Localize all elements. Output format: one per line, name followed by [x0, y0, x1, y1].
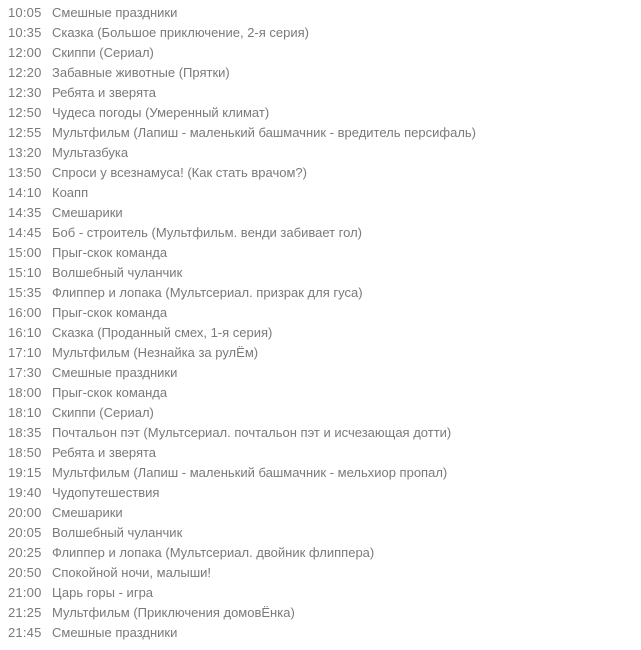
schedule-time: 14:10	[8, 183, 48, 202]
schedule-row: 20:05Волшебный чуланчик	[8, 522, 641, 542]
schedule-time: 18:00	[8, 383, 48, 402]
schedule-title: Смешные праздники	[48, 3, 641, 22]
schedule-row: 14:10Коапп	[8, 182, 641, 202]
schedule-title: Мультфильм (Приключения домовЁнка)	[48, 603, 641, 622]
schedule-time: 21:25	[8, 603, 48, 622]
schedule-time: 21:45	[8, 623, 48, 642]
schedule-row: 21:00Царь горы - игра	[8, 582, 641, 602]
schedule-row: 20:25Флиппер и лопака (Мультсериал. двой…	[8, 542, 641, 562]
schedule-time: 18:35	[8, 423, 48, 442]
schedule-row: 18:10Скиппи (Сериал)	[8, 402, 641, 422]
schedule-title: Прыг-скок команда	[48, 383, 641, 402]
schedule-title: Флиппер и лопака (Мультсериал. призрак д…	[48, 283, 641, 302]
schedule-row: 10:05Смешные праздники	[8, 2, 641, 22]
schedule-title: Смешарики	[48, 203, 641, 222]
schedule-title: Волшебный чуланчик	[48, 523, 641, 542]
schedule-time: 20:25	[8, 543, 48, 562]
schedule-row: 17:30Смешные праздники	[8, 362, 641, 382]
schedule-title: Спокойной ночи, малыши!	[48, 563, 641, 582]
schedule-time: 10:05	[8, 3, 48, 22]
schedule-row: 18:35Почтальон пэт (Мультсериал. почталь…	[8, 422, 641, 442]
schedule-row: 15:00Прыг-скок команда	[8, 242, 641, 262]
schedule-row: 15:35Флиппер и лопака (Мультсериал. приз…	[8, 282, 641, 302]
schedule-time: 20:00	[8, 503, 48, 522]
schedule-title: Флиппер и лопака (Мультсериал. двойник ф…	[48, 543, 641, 562]
schedule-row: 15:10Волшебный чуланчик	[8, 262, 641, 282]
schedule-time: 12:50	[8, 103, 48, 122]
schedule-title: Прыг-скок команда	[48, 243, 641, 262]
schedule-time: 12:55	[8, 123, 48, 142]
schedule-row: 18:00Прыг-скок команда	[8, 382, 641, 402]
schedule-title: Смешные праздники	[48, 363, 641, 382]
schedule-row: 13:20Мультазбука	[8, 142, 641, 162]
schedule-time: 14:35	[8, 203, 48, 222]
schedule-time: 20:50	[8, 563, 48, 582]
schedule-row: 16:00Прыг-скок команда	[8, 302, 641, 322]
schedule-time: 15:10	[8, 263, 48, 282]
schedule-row: 12:50Чудеса погоды (Умеренный климат)	[8, 102, 641, 122]
schedule-time: 19:15	[8, 463, 48, 482]
schedule-title: Ребята и зверята	[48, 443, 641, 462]
schedule-title: Чудопутешествия	[48, 483, 641, 502]
schedule-time: 18:10	[8, 403, 48, 422]
schedule-row: 12:30Ребята и зверята	[8, 82, 641, 102]
tv-schedule-list: 10:05Смешные праздники10:35Сказка (Больш…	[8, 2, 641, 642]
schedule-title: Ребята и зверята	[48, 83, 641, 102]
schedule-time: 15:35	[8, 283, 48, 302]
schedule-row: 13:50Спроси у всезнамуса! (Как стать вра…	[8, 162, 641, 182]
schedule-title: Спроси у всезнамуса! (Как стать врачом?)	[48, 163, 641, 182]
schedule-title: Боб - строитель (Мультфильм. венди забив…	[48, 223, 641, 242]
schedule-time: 12:30	[8, 83, 48, 102]
schedule-title: Мультфильм (Лапиш - маленький башмачник …	[48, 123, 641, 142]
schedule-time: 21:00	[8, 583, 48, 602]
schedule-title: Скиппи (Сериал)	[48, 43, 641, 62]
schedule-row: 12:00Скиппи (Сериал)	[8, 42, 641, 62]
schedule-title: Чудеса погоды (Умеренный климат)	[48, 103, 641, 122]
schedule-time: 18:50	[8, 443, 48, 462]
schedule-row: 12:55Мультфильм (Лапиш - маленький башма…	[8, 122, 641, 142]
schedule-time: 16:00	[8, 303, 48, 322]
schedule-title: Коапп	[48, 183, 641, 202]
schedule-row: 12:20Забавные животные (Прятки)	[8, 62, 641, 82]
schedule-time: 10:35	[8, 23, 48, 42]
schedule-title: Мультфильм (Лапиш - маленький башмачник …	[48, 463, 641, 482]
schedule-title: Сказка (Проданный смех, 1-я серия)	[48, 323, 641, 342]
schedule-row: 20:50Спокойной ночи, малыши!	[8, 562, 641, 582]
schedule-title: Почтальон пэт (Мультсериал. почтальон пэ…	[48, 423, 641, 442]
schedule-time: 20:05	[8, 523, 48, 542]
schedule-title: Сказка (Большое приключение, 2-я серия)	[48, 23, 641, 42]
schedule-row: 21:25Мультфильм (Приключения домовЁнка)	[8, 602, 641, 622]
schedule-time: 14:45	[8, 223, 48, 242]
schedule-title: Прыг-скок команда	[48, 303, 641, 322]
schedule-title: Забавные животные (Прятки)	[48, 63, 641, 82]
schedule-time: 17:30	[8, 363, 48, 382]
schedule-time: 17:10	[8, 343, 48, 362]
schedule-time: 13:50	[8, 163, 48, 182]
schedule-row: 14:35Смешарики	[8, 202, 641, 222]
schedule-time: 13:20	[8, 143, 48, 162]
schedule-time: 12:00	[8, 43, 48, 62]
schedule-row: 18:50Ребята и зверята	[8, 442, 641, 462]
schedule-row: 19:40Чудопутешествия	[8, 482, 641, 502]
schedule-row: 16:10Сказка (Проданный смех, 1-я серия)	[8, 322, 641, 342]
schedule-title: Волшебный чуланчик	[48, 263, 641, 282]
schedule-title: Скиппи (Сериал)	[48, 403, 641, 422]
schedule-title: Мультфильм (Незнайка за рулЁм)	[48, 343, 641, 362]
schedule-title: Смешарики	[48, 503, 641, 522]
schedule-title: Мультазбука	[48, 143, 641, 162]
schedule-time: 19:40	[8, 483, 48, 502]
schedule-time: 15:00	[8, 243, 48, 262]
schedule-time: 16:10	[8, 323, 48, 342]
schedule-time: 12:20	[8, 63, 48, 82]
schedule-row: 20:00Смешарики	[8, 502, 641, 522]
schedule-row: 17:10Мультфильм (Незнайка за рулЁм)	[8, 342, 641, 362]
schedule-row: 21:45Смешные праздники	[8, 622, 641, 642]
schedule-title: Царь горы - игра	[48, 583, 641, 602]
schedule-row: 10:35Сказка (Большое приключение, 2-я се…	[8, 22, 641, 42]
schedule-row: 19:15Мультфильм (Лапиш - маленький башма…	[8, 462, 641, 482]
schedule-title: Смешные праздники	[48, 623, 641, 642]
schedule-row: 14:45Боб - строитель (Мультфильм. венди …	[8, 222, 641, 242]
